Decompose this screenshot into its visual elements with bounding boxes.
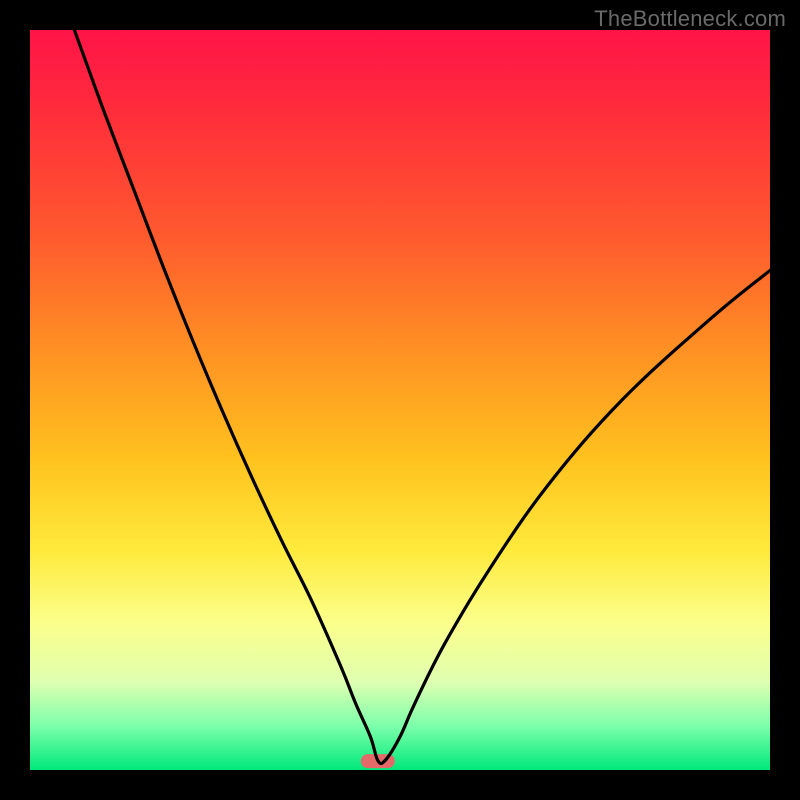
bottleneck-curve: [74, 30, 770, 764]
chart-frame: TheBottleneck.com: [0, 0, 800, 800]
plot-area: [30, 30, 770, 770]
watermark-text: TheBottleneck.com: [594, 6, 786, 32]
curve-layer: [30, 30, 770, 770]
